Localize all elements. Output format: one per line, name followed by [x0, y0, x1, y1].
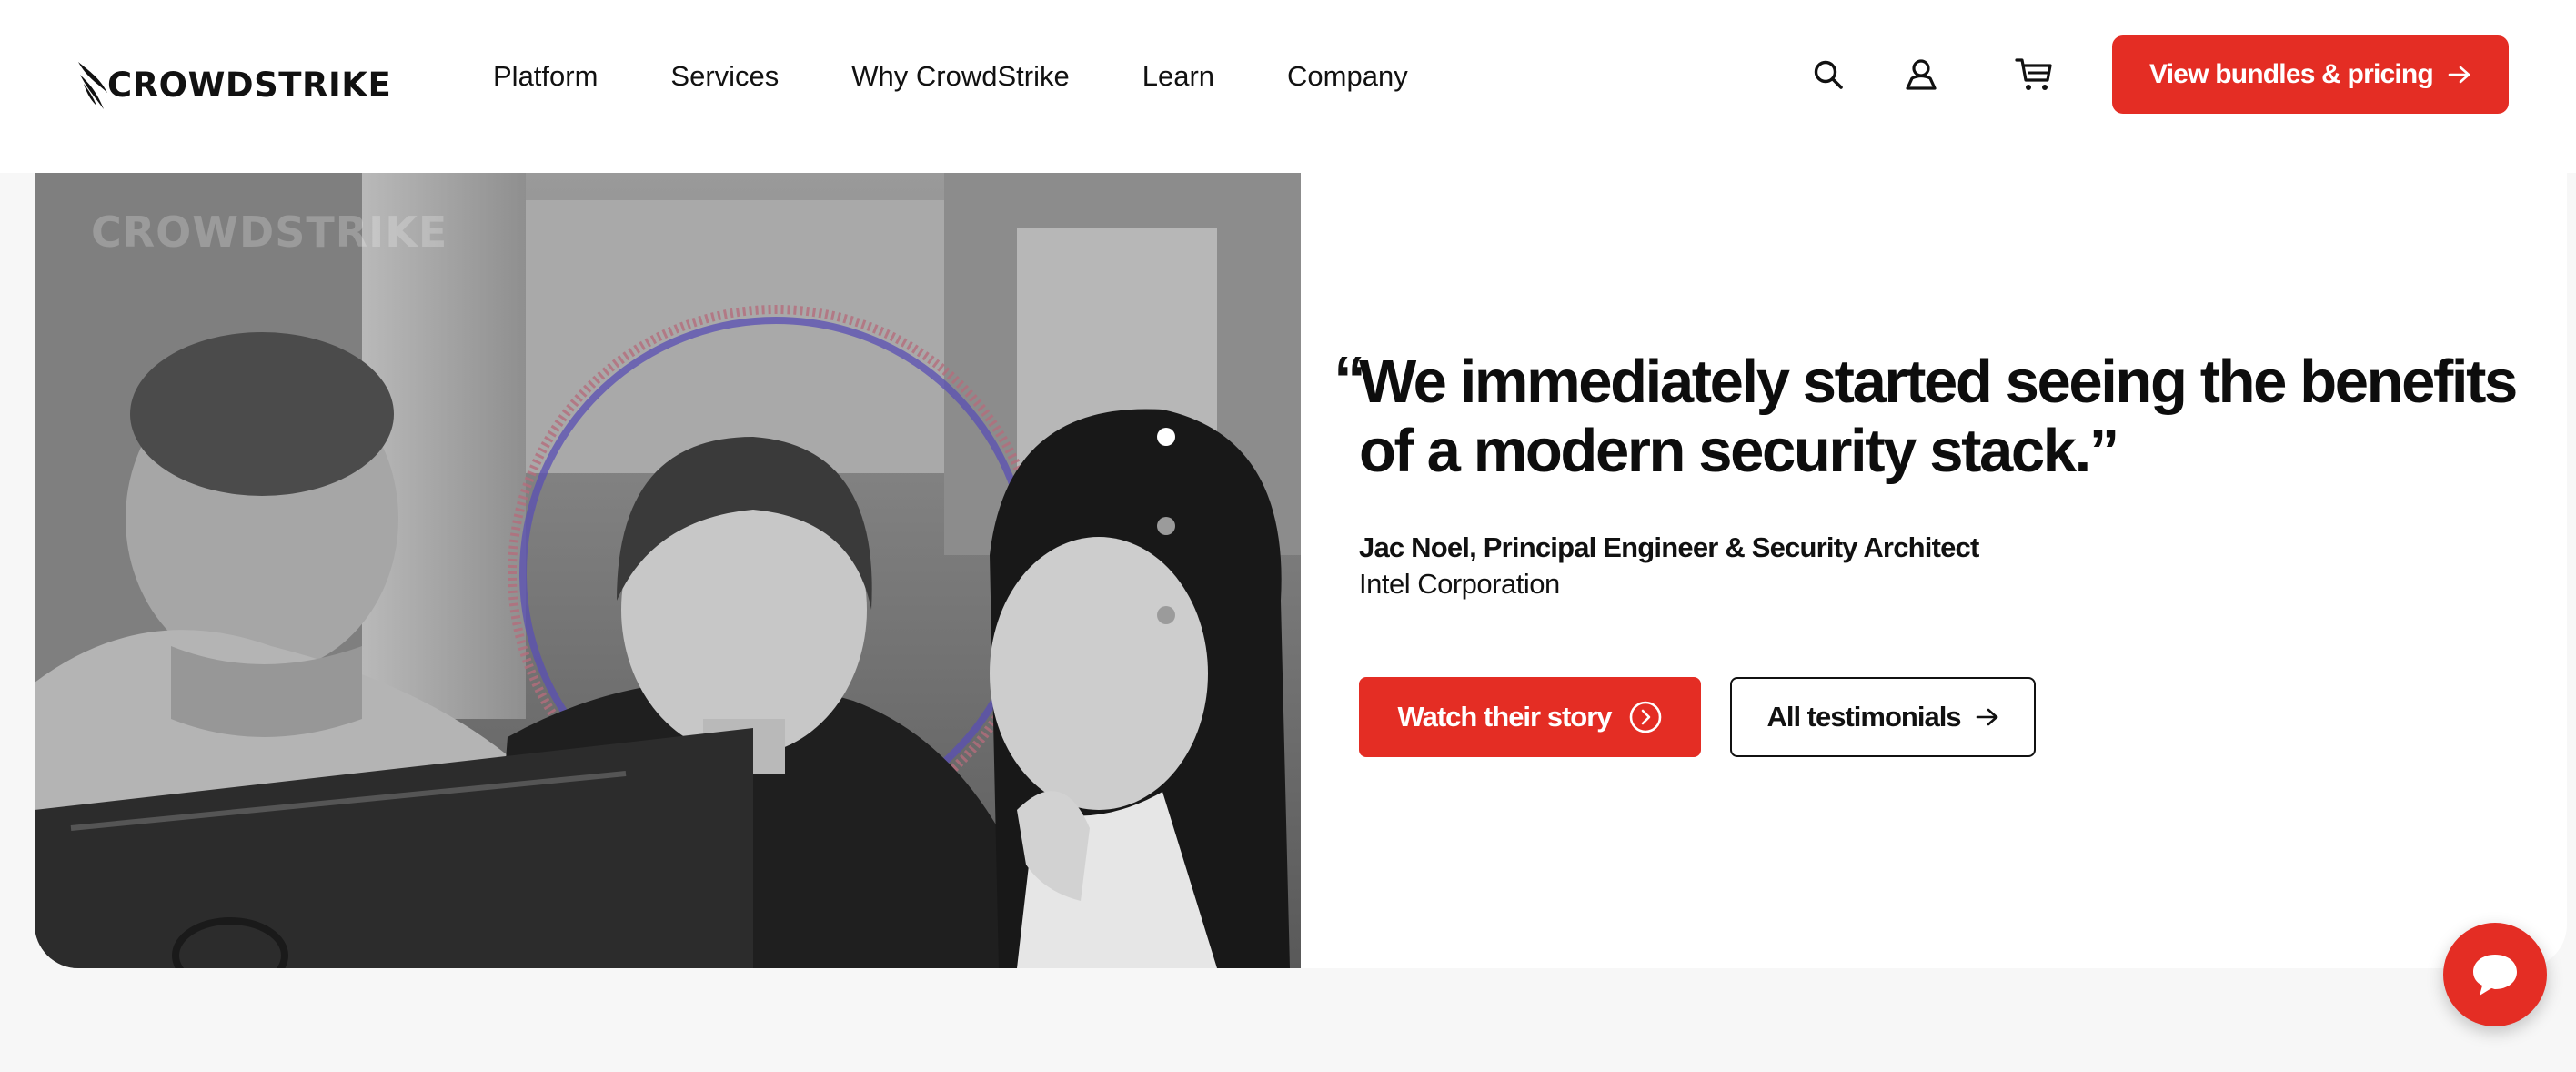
testimonial-photo: CROWDSTRIKE	[35, 173, 1301, 968]
user-icon[interactable]	[1901, 55, 1941, 95]
carousel-dot-3[interactable]	[1157, 606, 1175, 624]
nav-item-company[interactable]: Company	[1287, 56, 1408, 96]
view-bundles-pricing-label: View bundles & pricing	[2149, 59, 2434, 89]
nav-item-why-crowdstrike[interactable]: Why CrowdStrike	[851, 56, 1069, 96]
testimonial-company: Intel Corporation	[1359, 568, 1560, 600]
main-nav: Platform Services Why CrowdStrike Learn …	[493, 56, 1408, 96]
carousel-dot-2[interactable]	[1157, 517, 1175, 535]
nav-item-platform[interactable]: Platform	[493, 56, 598, 96]
photo-watermark-logo: CROWDSTRIKE	[91, 207, 448, 257]
chat-bubble-icon	[2473, 955, 2517, 996]
site-header: CROWDSTRIKE Platform Services Why CrowdS…	[0, 0, 2576, 173]
play-circle-icon	[1629, 701, 1661, 733]
cart-icon[interactable]	[2014, 55, 2054, 95]
testimonial-author: Jac Noel, Principal Engineer & Security …	[1359, 531, 1979, 563]
arrow-right-icon	[1976, 708, 1997, 726]
all-testimonials-label: All testimonials	[1766, 701, 1961, 733]
nav-item-services[interactable]: Services	[670, 56, 779, 96]
crowdstrike-logo[interactable]: CROWDSTRIKE	[76, 53, 391, 116]
testimonial-hero: CROWDSTRIKE	[35, 173, 2567, 968]
nav-item-learn[interactable]: Learn	[1142, 56, 1214, 96]
chat-launcher-button[interactable]	[2443, 923, 2547, 1026]
watch-their-story-label: Watch their story	[1397, 701, 1612, 733]
falcon-icon	[78, 62, 107, 109]
arrow-right-icon	[2448, 66, 2470, 84]
all-testimonials-button[interactable]: All testimonials	[1730, 677, 2036, 757]
carousel-dot-1[interactable]	[1157, 428, 1175, 446]
testimonial-quote: We immediately started seeing the benefi…	[1359, 348, 2518, 485]
view-bundles-pricing-button[interactable]: View bundles & pricing	[2112, 35, 2509, 114]
watch-their-story-button[interactable]: Watch their story	[1359, 677, 1701, 757]
carousel-dots	[1157, 428, 1175, 624]
search-icon[interactable]	[1808, 55, 1848, 95]
logo-wordmark: CROWDSTRIKE	[107, 65, 392, 105]
